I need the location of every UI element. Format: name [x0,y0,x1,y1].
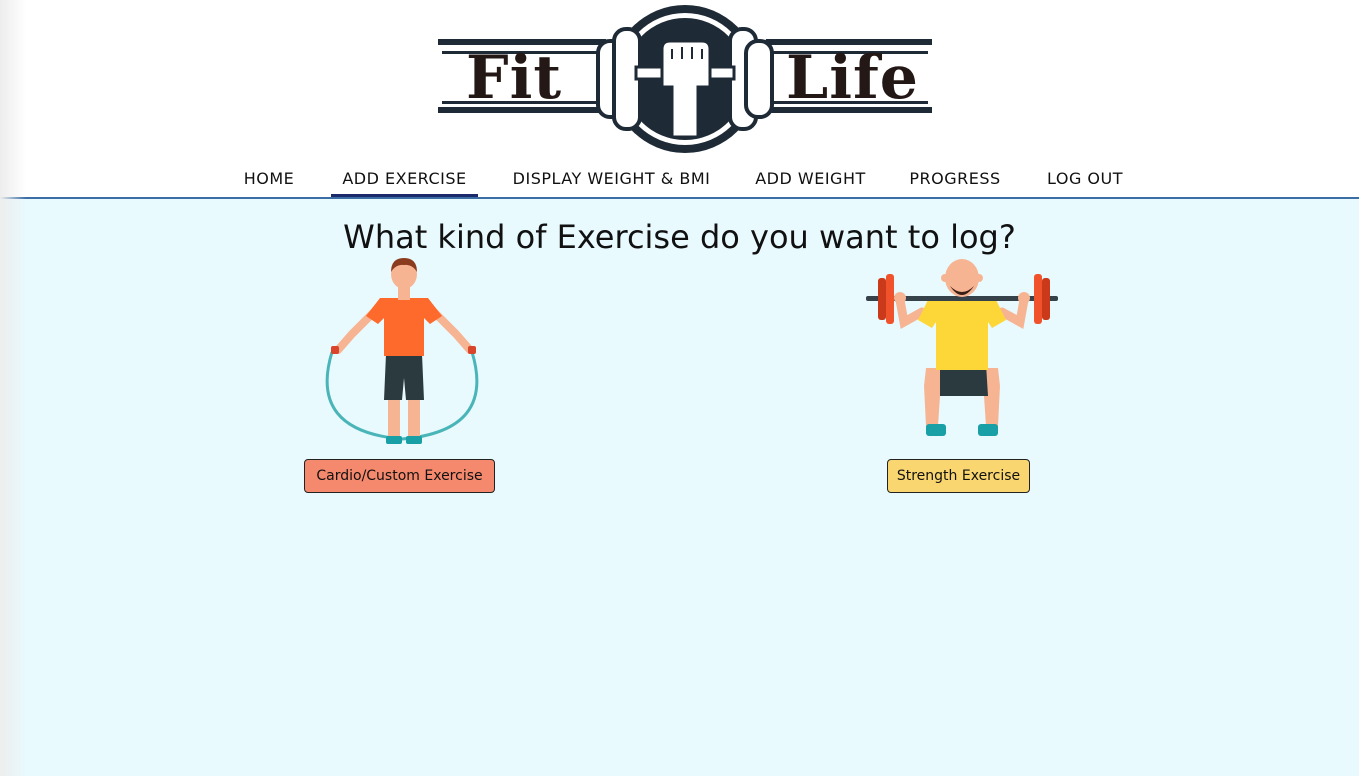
jump-rope-icon[interactable] [318,256,494,448]
page-title: What kind of Exercise do you want to log… [343,218,1016,256]
nav-progress[interactable]: PROGRESS [901,168,1009,194]
logo-word-life: Life [786,43,919,113]
nav-add-weight[interactable]: ADD WEIGHT [746,168,875,194]
main-nav: HOME ADD EXERCISE DISPLAY WEIGHT & BMI A… [0,168,1359,198]
fit-life-logo[interactable]: Fit Life [436,3,934,155]
strength-exercise-button[interactable]: Strength Exercise [887,459,1030,493]
logo-word-fit: Fit [466,43,563,113]
add-exercise-panel: What kind of Exercise do you want to log… [0,199,1359,776]
nav-log-out[interactable]: LOG OUT [1036,168,1134,194]
nav-display-weight-bmi[interactable]: DISPLAY WEIGHT & BMI [502,168,721,194]
barbell-squat-icon[interactable] [864,256,1060,442]
cardio-custom-exercise-button[interactable]: Cardio/Custom Exercise [304,459,495,493]
nav-home[interactable]: HOME [233,168,305,194]
nav-add-exercise[interactable]: ADD EXERCISE [331,168,478,197]
site-header: Fit Life HOME ADD EXERCISE DISPLAY WEIGH… [0,0,1359,199]
